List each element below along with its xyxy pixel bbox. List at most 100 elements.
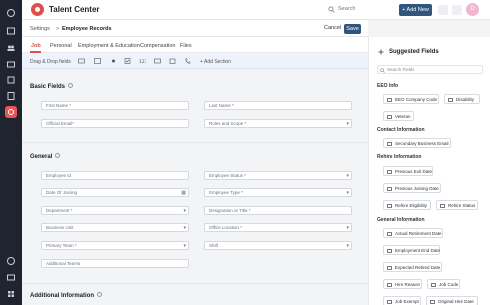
department-select[interactable]: Department * ▾ <box>41 206 189 215</box>
chip-job-code[interactable]: Job Code <box>427 279 460 289</box>
dropdown-field-icon[interactable] <box>154 58 161 64</box>
suggested-search-input[interactable]: Search Fields <box>377 65 483 74</box>
calendar-icon[interactable] <box>5 74 17 86</box>
payroll-icon[interactable] <box>5 58 17 70</box>
employee-status-select[interactable]: Employee Status * ▾ <box>204 171 352 180</box>
business-unit-select[interactable]: Business Unit ▾ <box>41 223 189 232</box>
field-label: Roles and Scope * <box>209 121 247 126</box>
avatar[interactable]: D <box>466 3 479 16</box>
dashboard-icon[interactable] <box>5 25 17 37</box>
info-icon <box>97 292 102 297</box>
chip-eeo-company-code[interactable]: EEO Company Code <box>383 94 439 104</box>
team-icon[interactable] <box>5 42 17 54</box>
app-logo <box>31 3 44 16</box>
apps-icon[interactable] <box>5 288 17 300</box>
chip-employment-end-date[interactable]: Employment End Date <box>383 245 440 255</box>
group-general-information: General Information <box>377 217 425 223</box>
primary-team-select[interactable]: Primary Team * ▾ <box>41 241 189 250</box>
tab-compensation[interactable]: Compensation <box>140 43 175 49</box>
suggested-fields-title: Suggested Fields <box>389 49 439 55</box>
last-name-field[interactable]: Last Name * <box>204 101 352 110</box>
breadcrumb-settings[interactable]: Settings <box>30 26 50 32</box>
help-icon[interactable] <box>5 255 17 267</box>
field-icon <box>387 299 392 304</box>
chip-rehire-status[interactable]: Rehire Status <box>436 200 478 210</box>
field-icon <box>387 248 392 253</box>
chip-label: Job Code <box>439 282 459 287</box>
global-search[interactable]: Search <box>328 5 394 15</box>
tab-personal[interactable]: Personal <box>50 43 72 49</box>
chip-actual-retirement-date[interactable]: Actual Retirement Date <box>383 228 443 238</box>
phone-field-icon[interactable] <box>184 58 191 64</box>
record-tabs: Job Personal Employment & Education Comp… <box>22 37 368 53</box>
messages-icon[interactable] <box>5 272 17 284</box>
field-label: Employee Id <box>46 173 72 178</box>
apps-grid-icon[interactable] <box>452 5 462 15</box>
field-icon <box>431 282 436 287</box>
chip-label: Rehire Status <box>448 203 476 208</box>
save-button[interactable]: Save <box>344 24 361 34</box>
field-icon <box>430 299 435 304</box>
section-divider <box>22 283 368 284</box>
official-email-field[interactable]: Official Email* <box>41 119 189 128</box>
chip-original-hire-date[interactable]: Original Hire Date <box>426 296 478 305</box>
field-label: Date Of Joining <box>46 190 78 195</box>
chip-veteran[interactable]: Veteran <box>383 111 414 121</box>
field-label: Employee Type * <box>209 190 243 195</box>
employee-type-select[interactable]: Employee Type * ▾ <box>204 188 352 197</box>
basic-fields-title: Basic Fields <box>30 84 66 90</box>
checkbox-field-icon[interactable] <box>124 58 131 64</box>
field-icon <box>448 97 453 102</box>
chip-previous-joining-date[interactable]: Previous Joining Date <box>383 183 441 193</box>
cancel-button[interactable]: Cancel <box>324 25 341 31</box>
number-field-icon[interactable]: 123 <box>139 58 146 64</box>
suggested-fields-panel: Suggested Fields Search Fields EEO Info … <box>368 37 490 305</box>
field-label: Shift <box>209 243 219 248</box>
tab-job[interactable]: Job <box>31 43 41 49</box>
designation-field[interactable]: Designation or Title * <box>204 206 352 215</box>
section-divider <box>22 142 368 143</box>
radio-field-icon[interactable] <box>110 58 117 64</box>
tab-files[interactable]: Files <box>180 43 192 49</box>
chip-previous-exit-date[interactable]: Previous Exit Date <box>383 166 433 176</box>
chip-label: Rehire Eligibility <box>395 203 428 208</box>
app-title: Talent Center <box>49 5 100 14</box>
chip-disability[interactable]: Disability <box>444 94 480 104</box>
date-of-joining-field[interactable]: Date Of Joining ▦ <box>41 188 189 197</box>
chip-expected-retired-date[interactable]: Expected Retired Date <box>383 262 442 272</box>
chip-label: Actual Retirement Date <box>395 231 442 236</box>
field-label: Office Location * <box>209 225 242 230</box>
search-icon <box>328 6 335 13</box>
textarea-field-icon[interactable] <box>94 58 101 64</box>
search-icon <box>380 67 385 73</box>
chip-rehire-eligibility[interactable]: Rehire Eligibility <box>383 200 431 210</box>
field-label: Official Email* <box>46 121 74 126</box>
chip-job-exempt[interactable]: Job Exempt <box>383 296 421 305</box>
text-field-icon[interactable] <box>78 58 85 64</box>
shift-select[interactable]: Shift ▾ <box>204 241 352 250</box>
date-field-icon[interactable] <box>169 58 176 64</box>
reports-icon[interactable] <box>5 90 17 102</box>
home-icon[interactable] <box>5 7 17 19</box>
additional-teams-field[interactable]: Additional Teams <box>41 259 189 268</box>
add-section-button[interactable]: + Add Section <box>200 59 231 65</box>
field-icon <box>387 97 392 102</box>
chip-hire-reason[interactable]: Hire Reason <box>383 279 422 289</box>
search-placeholder: Search <box>338 6 356 12</box>
chevron-down-icon: ▾ <box>346 225 349 231</box>
field-icon <box>387 186 392 191</box>
add-new-button[interactable]: + Add New <box>399 4 432 16</box>
settings-icon[interactable] <box>5 106 17 118</box>
first-name-field[interactable]: First Name * <box>41 101 189 110</box>
tab-employment-education[interactable]: Employment & Education <box>78 43 140 49</box>
employee-id-field[interactable]: Employee Id <box>41 171 189 180</box>
chip-label: Previous Exit Date <box>395 169 433 174</box>
chip-secondary-business-email[interactable]: Secondary Business Email <box>383 138 451 148</box>
field-icon <box>387 141 392 146</box>
office-location-select[interactable]: Office Location * ▾ <box>204 223 352 232</box>
roles-scope-select[interactable]: Roles and Scope * ▾ <box>204 119 352 128</box>
drag-drop-label: Drag & Drop fields <box>30 59 71 65</box>
notifications-icon[interactable] <box>438 5 448 15</box>
general-title: General <box>30 154 53 160</box>
field-icon <box>387 265 392 270</box>
